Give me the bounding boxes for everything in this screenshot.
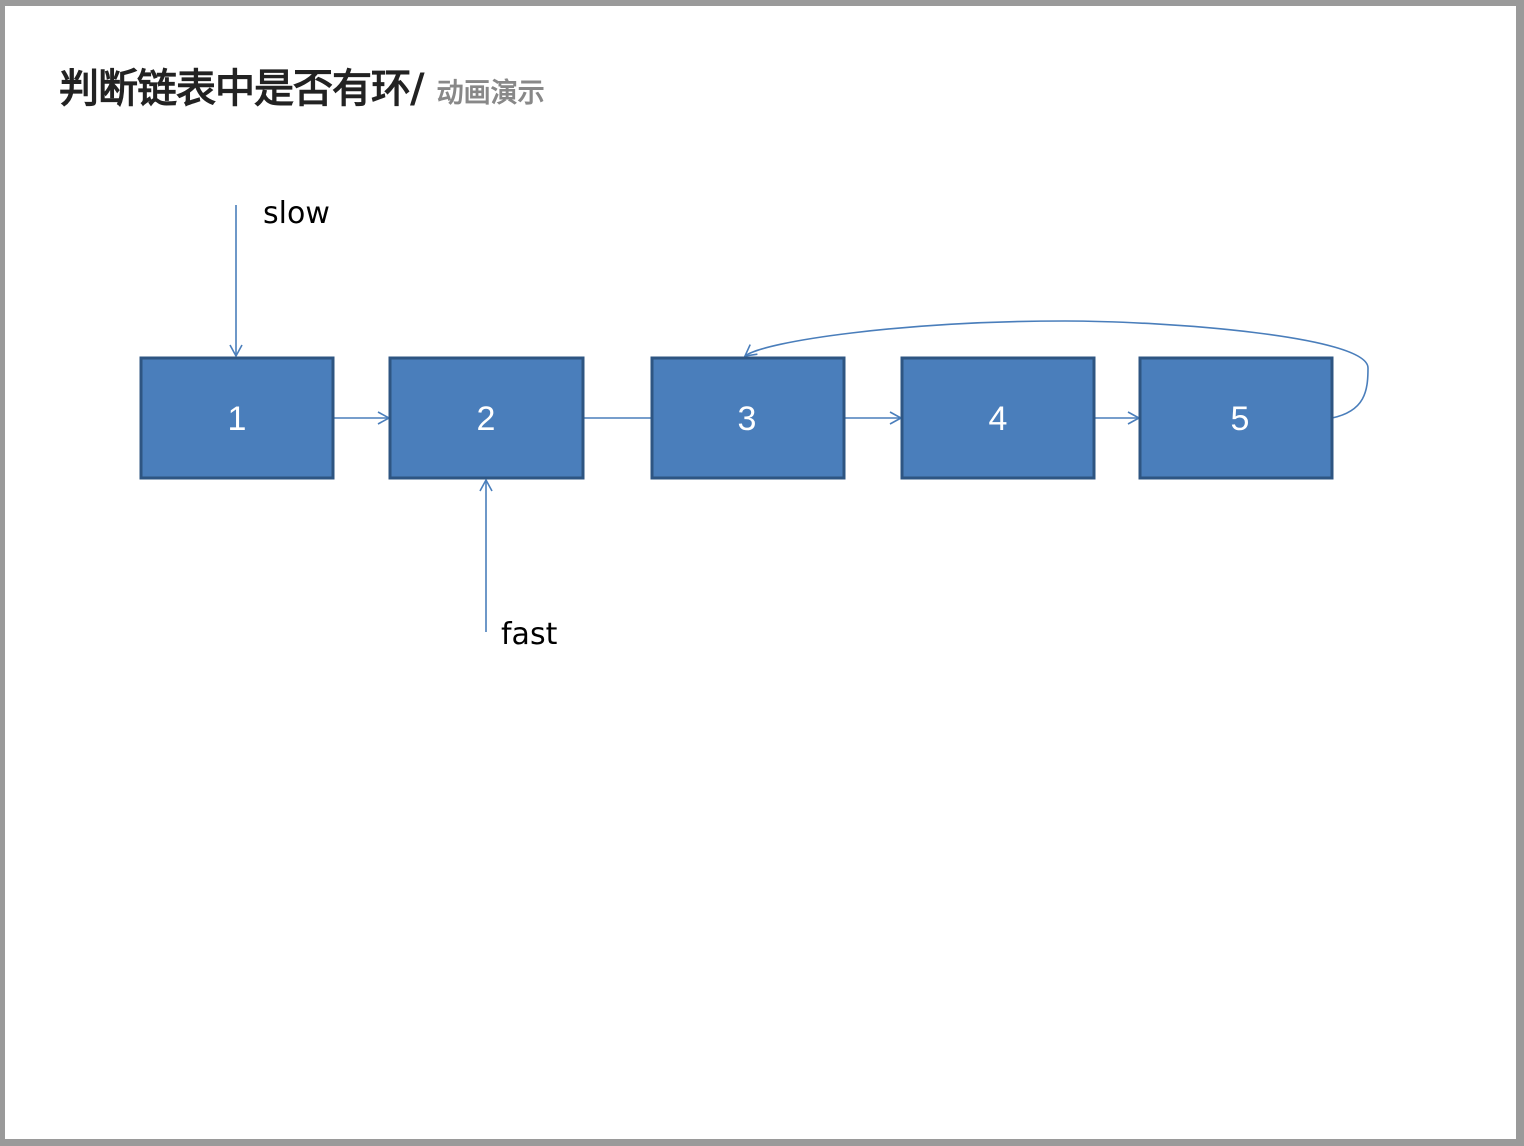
list-node-label: 5: [1231, 400, 1250, 438]
list-node: 4: [900, 356, 1096, 480]
list-node-label: 4: [989, 400, 1008, 438]
slow-pointer-label: slow: [263, 196, 330, 231]
list-node-label: 1: [228, 400, 247, 438]
fast-pointer-label: fast: [501, 617, 558, 652]
slide: 判断链表中是否有环 / 动画演示 slow fast 1 2 3 4 5: [5, 6, 1516, 1139]
list-node-label: 3: [738, 400, 757, 438]
list-node: 2: [388, 356, 585, 480]
list-node-label: 2: [477, 400, 496, 438]
list-node: 5: [1138, 356, 1334, 480]
list-node: 3: [650, 356, 846, 480]
linked-list-diagram: slow fast 1 2 3 4 5: [139, 196, 1369, 652]
list-node: 1: [139, 356, 335, 480]
